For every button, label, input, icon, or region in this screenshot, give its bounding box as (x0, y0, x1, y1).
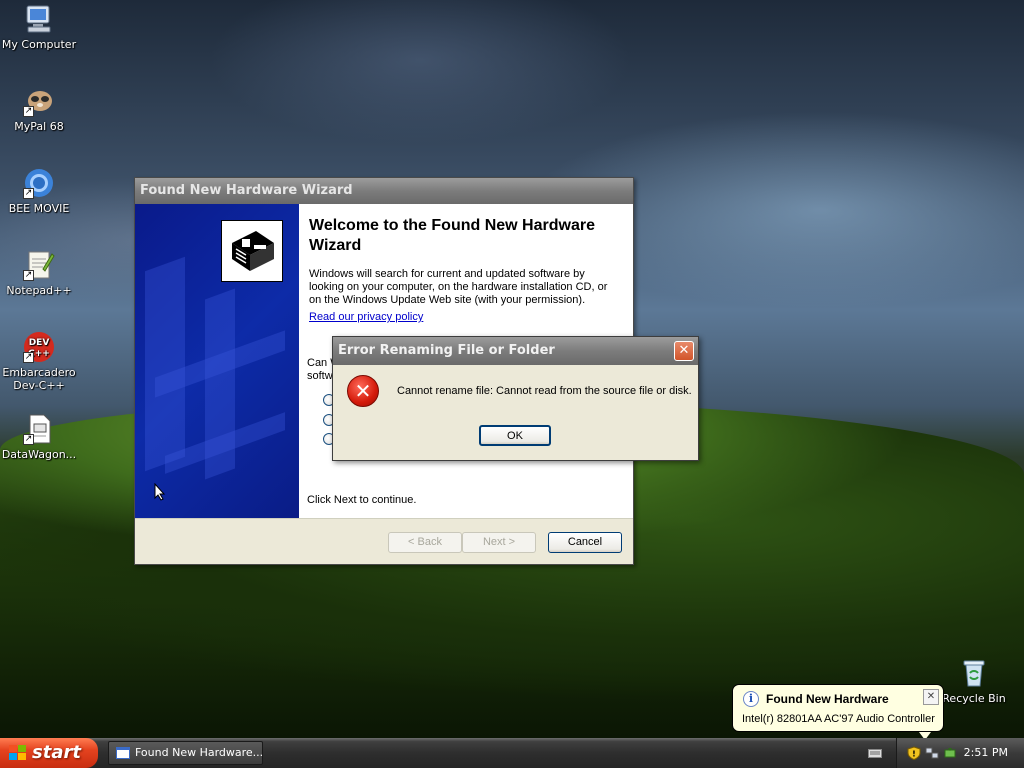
balloon-title: Found New Hardware (766, 692, 889, 706)
desktop-icon-datawagon[interactable]: ↗ DataWagon... (0, 413, 78, 461)
info-icon: i (743, 691, 759, 707)
network-icon[interactable] (925, 746, 939, 760)
recycle-bin-icon (958, 657, 990, 689)
back-button[interactable]: < Back (388, 532, 462, 553)
desktop-icon-label: DataWagon... (1, 448, 77, 461)
taskbar-clock[interactable]: 2:51 PM (964, 738, 1008, 768)
desktop-icon-label: Notepad++ (6, 284, 72, 297)
wizard-title-bar[interactable]: Found New Hardware Wizard (135, 178, 633, 204)
desktop-icon-mypal[interactable]: ↗ MyPal 68 (0, 85, 78, 133)
desktop-icon-dev-cpp[interactable]: DEV C++ ↗ Embarcadero Dev-C++ (0, 331, 78, 392)
taskbar: start Found New Hardware... ! 2:51 PM (0, 738, 1024, 768)
error-icon: ✕ (347, 375, 379, 407)
found-new-hardware-balloon[interactable]: i Found New Hardware ✕ Intel(r) 82801AA … (732, 684, 944, 740)
security-shield-icon[interactable]: ! (907, 746, 921, 761)
shortcut-arrow-icon: ↗ (23, 352, 34, 363)
desktop-icon-label: Embarcadero Dev-C++ (2, 366, 76, 392)
cancel-button[interactable]: Cancel (548, 532, 622, 553)
desktop-icon-label: MyPal 68 (14, 120, 64, 133)
balloon-text: Intel(r) 82801AA AC'97 Audio Controller (742, 713, 935, 725)
shortcut-arrow-icon: ↗ (23, 270, 34, 281)
hardware-wizard-icon (221, 220, 283, 282)
shortcut-arrow-icon: ↗ (23, 188, 34, 199)
windows-flag-icon (9, 745, 27, 761)
system-tray: ! 2:51 PM (896, 738, 1024, 768)
wizard-continue-text: Click Next to continue. (307, 494, 417, 506)
svg-text:!: ! (912, 750, 916, 759)
desktop-icon-bee-movie[interactable]: ↗ BEE MOVIE (0, 167, 78, 215)
error-message: Cannot rename file: Cannot read from the… (397, 385, 692, 397)
wizard-side-banner (135, 204, 299, 518)
mouse-cursor-icon (154, 482, 166, 501)
start-button[interactable]: start (0, 738, 98, 768)
window-icon (116, 747, 130, 759)
mypal-browser-icon: ↗ (23, 85, 55, 117)
desktop-icon-my-computer[interactable]: My Computer (0, 3, 78, 51)
safely-remove-hardware-icon[interactable] (943, 746, 957, 760)
error-renaming-dialog: Error Renaming File or Folder ✕ ✕ Cannot… (332, 336, 699, 461)
taskbar-button-found-new-hardware[interactable]: Found New Hardware... (108, 741, 263, 765)
wizard-description: Windows will search for current and upda… (309, 268, 608, 306)
taskbar-button-label: Found New Hardware... (135, 746, 263, 759)
notepad-plus-plus-icon: ↗ (23, 249, 55, 281)
shortcut-arrow-icon: ↗ (23, 434, 34, 445)
start-label: start (32, 742, 81, 763)
svg-text:DEV: DEV (29, 338, 50, 348)
desktop-icon-label: My Computer (1, 38, 77, 51)
privacy-policy-link[interactable]: Read our privacy policy (309, 311, 423, 323)
desktop-icon-notepad-plus-plus[interactable]: ↗ Notepad++ (0, 249, 78, 297)
desktop-icon-recycle-bin[interactable]: Recycle Bin (935, 657, 1013, 705)
close-icon[interactable]: ✕ (674, 341, 694, 361)
file-document-icon: ↗ (23, 413, 55, 445)
error-dialog-title-bar[interactable]: Error Renaming File or Folder (333, 337, 698, 365)
balloon-close-icon[interactable]: ✕ (923, 689, 939, 705)
wizard-button-bar: < Back Next > Cancel (135, 518, 633, 564)
desktop-icon-label: Recycle Bin (942, 692, 1006, 705)
chrome-browser-icon: ↗ (23, 167, 55, 199)
computer-icon (23, 3, 55, 35)
dev-cpp-icon: DEV C++ ↗ (23, 331, 55, 363)
desktop-icon-label: BEE MOVIE (8, 202, 70, 215)
shortcut-arrow-icon: ↗ (23, 106, 34, 117)
ok-button[interactable]: OK (479, 425, 551, 446)
wizard-heading: Welcome to the Found New Hardware Wizard (309, 217, 595, 254)
next-button[interactable]: Next > (462, 532, 536, 553)
keyboard-icon[interactable] (868, 747, 882, 759)
